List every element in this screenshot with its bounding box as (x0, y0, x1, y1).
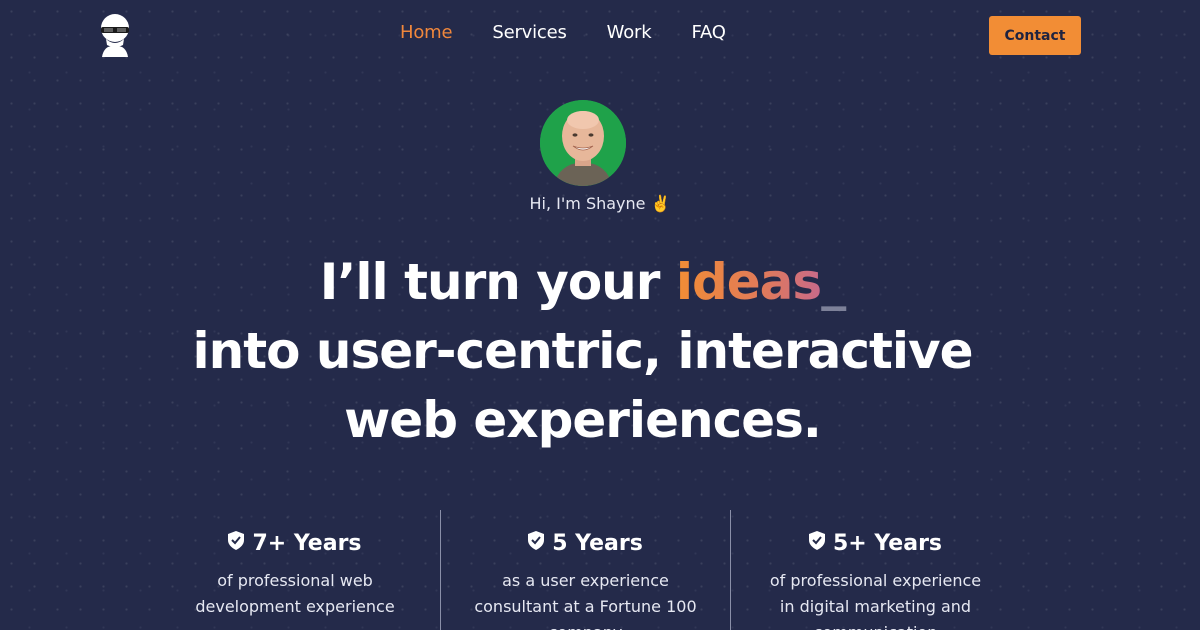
stat-item: 7+ Years of professional web development… (150, 510, 440, 630)
headline-accent-word: ideas (675, 253, 822, 311)
headline-line2: into user-centric, interactive (192, 322, 973, 380)
stat-description: as a user experience consultant at a For… (474, 571, 697, 630)
stat-title: 5+ Years (832, 530, 943, 556)
headline-line3: web experiences. (344, 391, 822, 449)
stat-item: 5+ Years of professional experience in d… (730, 510, 1020, 630)
stat-title: 5 Years (552, 530, 643, 556)
typing-cursor: _ (821, 253, 846, 311)
nav-link-work[interactable]: Work (607, 22, 652, 43)
shield-check-icon (528, 530, 545, 556)
headline-line1: I’ll turn your ideas_ (319, 253, 846, 311)
shield-check-icon (808, 530, 825, 556)
hero-headline: I’ll turn your ideas_ into user-centric,… (0, 248, 1165, 455)
profile-avatar (540, 100, 626, 186)
contact-button[interactable]: Contact (989, 16, 1081, 55)
masked-head-logo-icon[interactable] (96, 13, 134, 57)
shield-check-icon (228, 530, 245, 556)
experience-stats: 7+ Years of professional web development… (150, 510, 1030, 630)
top-navigation: Home Services Work FAQ Contact (0, 0, 1200, 70)
stat-description: of professional web development experien… (195, 571, 395, 616)
stat-description: of professional experience in digital ma… (769, 571, 982, 630)
stat-title: 7+ Years (252, 530, 362, 556)
nav-link-services[interactable]: Services (492, 22, 567, 43)
headline-part1: I’ll turn your (319, 253, 676, 311)
main-nav: Home Services Work FAQ (400, 22, 726, 43)
nav-link-faq[interactable]: FAQ (691, 22, 725, 43)
greeting-text: Hi, I'm Shayne ✌️ (529, 194, 671, 213)
stat-item: 5 Years as a user experience consultant … (440, 510, 730, 630)
nav-link-home[interactable]: Home (400, 22, 453, 43)
